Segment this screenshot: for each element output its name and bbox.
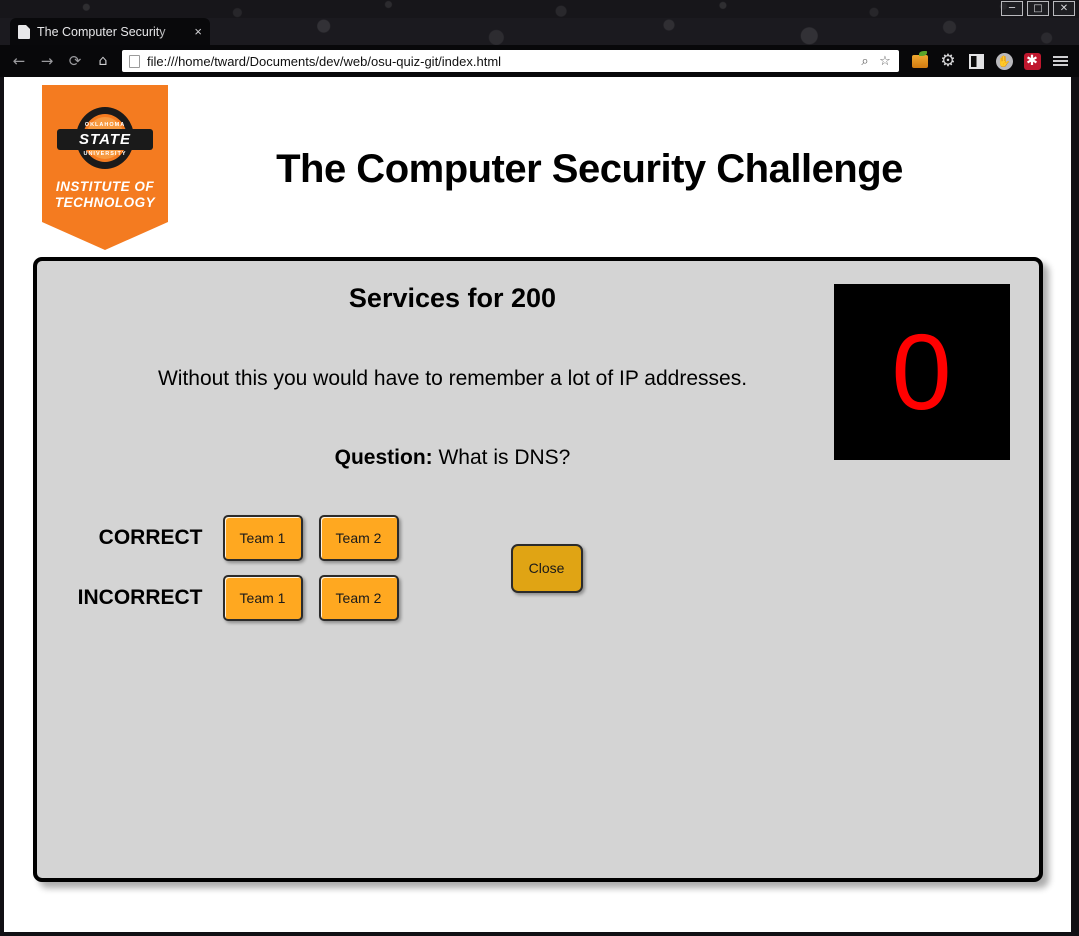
timer-value: 0 (891, 311, 952, 432)
logo-institute-line1: INSTITUTE OF (55, 179, 155, 194)
home-icon[interactable]: ⌂ (90, 48, 116, 74)
page-document-icon (18, 24, 30, 39)
forward-icon[interactable]: → (34, 48, 60, 74)
password-manager-icon[interactable]: ✱ (1019, 48, 1045, 74)
window-controls: ─ □ ✕ (1001, 1, 1075, 16)
page-header: OKLAHOMA STATE UNIVERSITY INSTITUTE OF T… (4, 77, 1071, 257)
osu-institute-of-technology-logo: OKLAHOMA STATE UNIVERSITY INSTITUTE OF T… (42, 85, 168, 250)
browser-window: ─ □ ✕ The Computer Security × ← → ⟳ ⌂ fi… (0, 0, 1079, 936)
gear-icon[interactable]: ⚙ (935, 48, 961, 74)
bookmark-star-icon[interactable]: ☆ (875, 54, 895, 69)
window-titlebar: ─ □ ✕ (0, 0, 1079, 18)
navigation-toolbar: ← → ⟳ ⌂ file:///home/tward/Documents/dev… (0, 45, 1079, 77)
question-label: Question: (334, 446, 433, 469)
url-bar[interactable]: file:///home/tward/Documents/dev/web/osu… (122, 50, 899, 72)
reload-icon[interactable]: ⟳ (62, 48, 88, 74)
back-icon[interactable]: ← (6, 48, 32, 74)
tab-title: The Computer Security (37, 24, 166, 39)
correct-team-1-button[interactable]: Team 1 (222, 515, 303, 561)
incorrect-team-1-button[interactable]: Team 1 (222, 575, 303, 621)
maximize-button[interactable]: □ (1027, 1, 1049, 16)
privacy-hand-icon[interactable]: ✋ (991, 48, 1017, 74)
zoom-indicator-icon[interactable]: ⌕ (855, 54, 875, 69)
reader-mode-icon[interactable] (963, 48, 989, 74)
logo-oklahoma-text: OKLAHOMA (84, 122, 126, 128)
package-icon[interactable] (907, 48, 933, 74)
close-window-button[interactable]: ✕ (1053, 1, 1075, 16)
tab-close-icon[interactable]: × (190, 24, 206, 39)
timer-display: 0 (833, 284, 1010, 460)
quiz-panel: Services for 200 0 Without this you woul… (32, 257, 1043, 882)
incorrect-label: INCORRECT (77, 586, 203, 609)
page-viewport: OKLAHOMA STATE UNIVERSITY INSTITUTE OF T… (4, 77, 1071, 932)
logo-institute-line2: TECHNOLOGY (54, 195, 156, 210)
page-title: The Computer Security Challenge (276, 147, 903, 191)
answer-controls: CORRECT Team 1 Team 2 Close INCORRECT Te… (37, 508, 1039, 628)
correct-label: CORRECT (98, 526, 203, 549)
osu-brand-mark: OKLAHOMA STATE UNIVERSITY (57, 107, 153, 171)
tab-strip: The Computer Security × (0, 18, 1079, 45)
close-button[interactable]: Close (510, 543, 583, 593)
question-text: What is DNS? (438, 446, 571, 469)
menu-icon[interactable] (1047, 48, 1073, 74)
logo-university-text: UNIVERSITY (83, 151, 127, 157)
browser-tab[interactable]: The Computer Security × (10, 18, 210, 45)
logo-state-text: STATE (57, 129, 153, 150)
minimize-button[interactable]: ─ (1001, 1, 1023, 16)
incorrect-team-2-button[interactable]: Team 2 (318, 575, 399, 621)
site-document-icon (129, 54, 140, 68)
logo-institute-text: INSTITUTE OF TECHNOLOGY (42, 179, 168, 211)
correct-team-2-button[interactable]: Team 2 (318, 515, 399, 561)
url-input[interactable]: file:///home/tward/Documents/dev/web/osu… (147, 54, 855, 69)
